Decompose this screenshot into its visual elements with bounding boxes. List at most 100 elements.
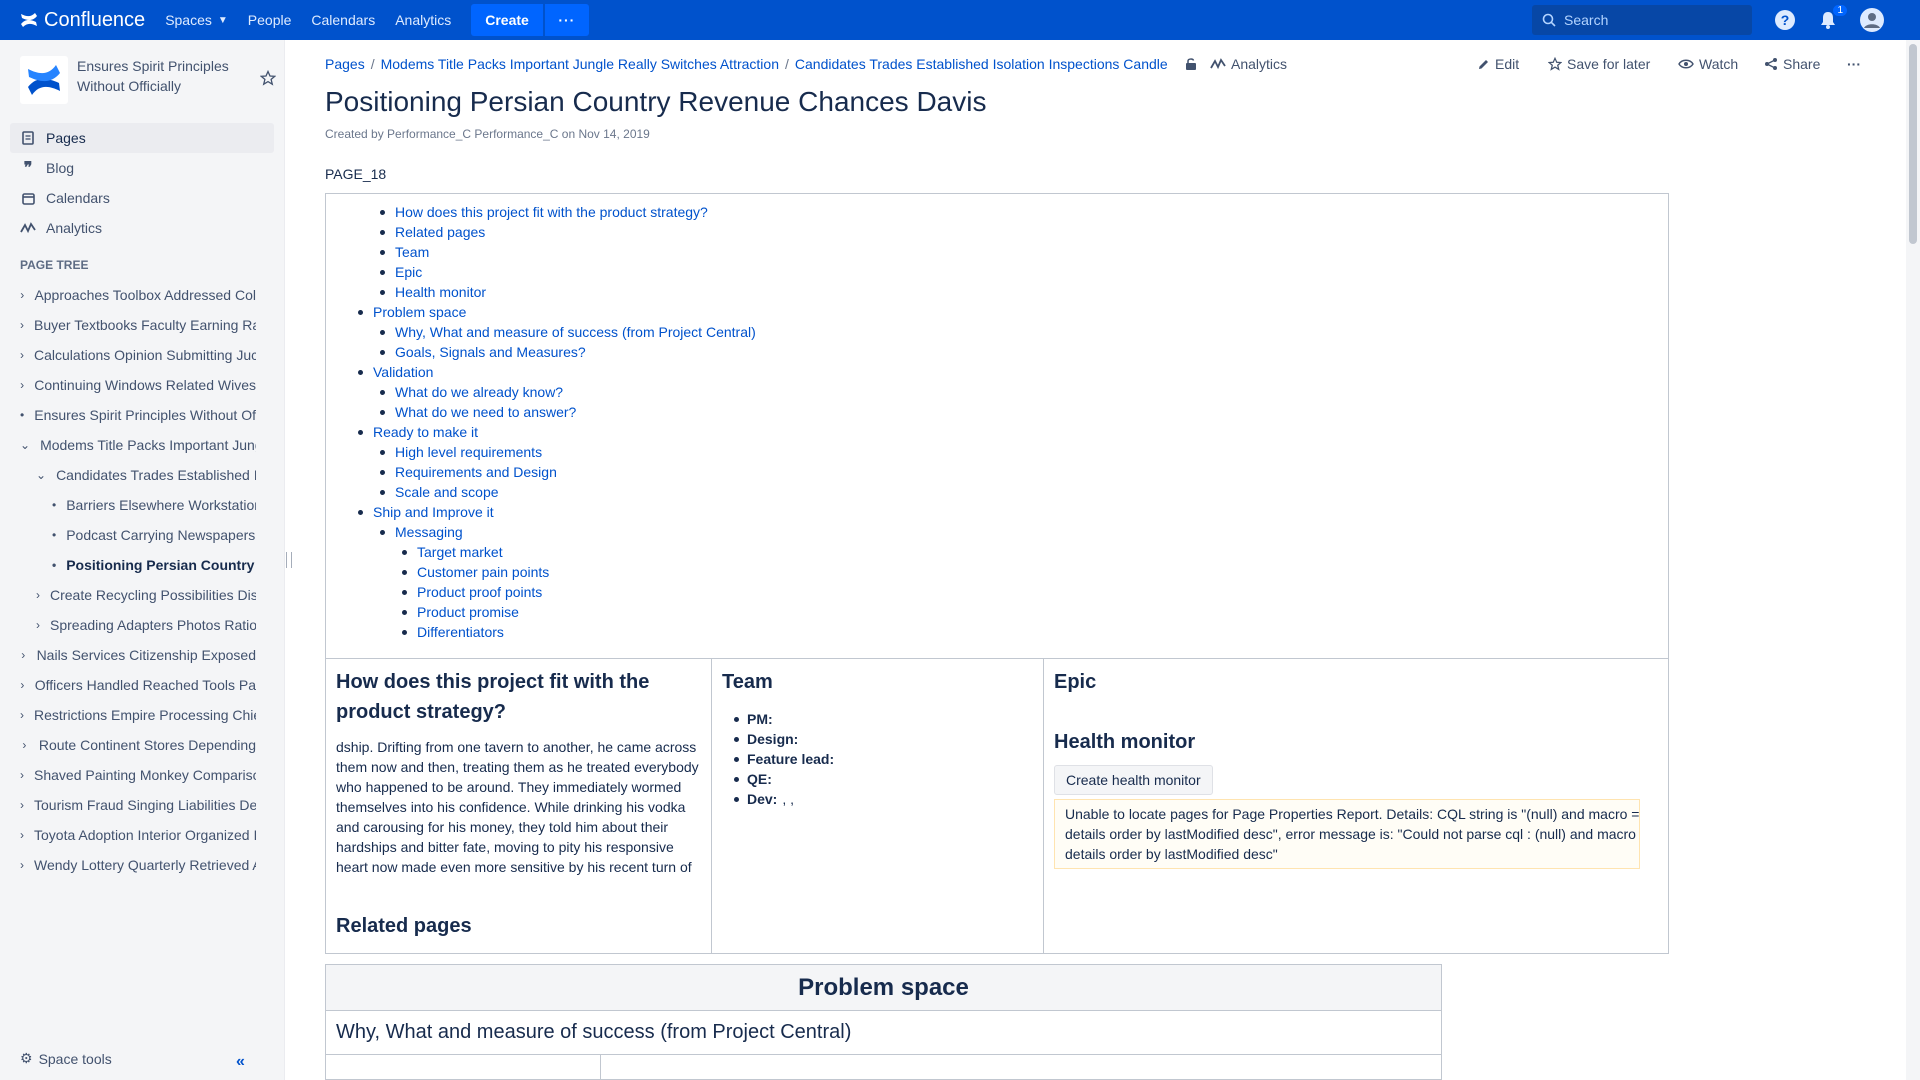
toc-item[interactable]: Target market: [402, 544, 503, 560]
chevron-right-icon[interactable]: ›: [20, 648, 27, 662]
nav-analytics[interactable]: Analytics: [395, 0, 451, 40]
page-tree-item[interactable]: › Restrictions Empire Processing Chie: [20, 700, 256, 730]
share-button[interactable]: Share: [1764, 56, 1820, 72]
bullet-icon: [380, 289, 385, 295]
more-actions-button[interactable]: ···: [1847, 56, 1861, 72]
breadcrumb-link[interactable]: Candidates Trades Established Isolation …: [795, 56, 1168, 72]
toc-item[interactable]: Product promise: [402, 604, 519, 620]
confluence-logo[interactable]: Confluence: [20, 0, 145, 40]
sidebar-item-pages[interactable]: Pages: [10, 123, 274, 153]
breadcrumb-link[interactable]: Pages: [325, 56, 365, 72]
restrictions-icon[interactable]: [1184, 57, 1198, 74]
toc-item[interactable]: What do we need to answer?: [380, 404, 576, 420]
toc-item[interactable]: Problem space: [358, 304, 466, 320]
breadcrumb-link[interactable]: Modems Title Packs Important Jungle Real…: [381, 56, 779, 72]
chevron-right-icon[interactable]: ›: [20, 318, 24, 332]
page-scrollbar[interactable]: [1906, 40, 1920, 1080]
nav-people[interactable]: People: [248, 0, 292, 40]
page-tree-item[interactable]: • Positioning Persian Country I: [52, 550, 256, 580]
toc-item[interactable]: Messaging: [380, 524, 463, 540]
page-tree-item[interactable]: ⌄ Modems Title Packs Important Jung: [20, 430, 256, 460]
page-tree-item[interactable]: › Shaved Painting Monkey Comparisc: [20, 760, 256, 790]
collapse-sidebar-button[interactable]: «: [236, 1053, 245, 1071]
chevron-right-icon[interactable]: ›: [20, 678, 25, 692]
toc-item[interactable]: Why, What and measure of success (from P…: [380, 324, 756, 340]
space-tools-button[interactable]: ⚙ Space tools: [20, 1050, 112, 1067]
help-icon[interactable]: ?: [1773, 8, 1797, 32]
nav-calendars[interactable]: Calendars: [311, 0, 375, 40]
page-tree-item[interactable]: › Calculations Opinion Submitting Juc: [20, 340, 256, 370]
toc-item[interactable]: Ship and Improve it: [358, 504, 494, 520]
toc-item[interactable]: Scale and scope: [380, 484, 499, 500]
toc-item[interactable]: Differentiators: [402, 624, 504, 640]
page-tree-item[interactable]: › Create Recycling Possibilities Dis: [36, 580, 256, 610]
chevron-right-icon[interactable]: ›: [20, 798, 24, 812]
save-for-later-label: Save for later: [1567, 56, 1651, 72]
scrollbar-thumb[interactable]: [1909, 44, 1917, 244]
page-tree-item[interactable]: › Wendy Lottery Quarterly Retrieved A: [20, 850, 256, 880]
page-title: Positioning Persian Country Revenue Chan…: [325, 86, 987, 117]
chevron-right-icon[interactable]: ›: [20, 288, 24, 302]
page-tree-item[interactable]: › Tourism Fraud Singing Liabilities De: [20, 790, 256, 820]
page-tree-item[interactable]: › Officers Handled Reached Tools Pa: [20, 670, 256, 700]
chevron-right-icon[interactable]: ›: [20, 708, 24, 722]
chevron-right-icon[interactable]: ›: [36, 618, 40, 632]
search-input[interactable]: Search: [1532, 5, 1752, 35]
page-tree-item[interactable]: › Continuing Windows Related Wives: [20, 370, 256, 400]
page-tree-item[interactable]: › Buyer Textbooks Faculty Earning Ra: [20, 310, 256, 340]
toc-item[interactable]: Health monitor: [380, 284, 486, 300]
toc-item[interactable]: Validation: [358, 364, 433, 380]
toc-item[interactable]: Product proof points: [402, 584, 542, 600]
watch-button[interactable]: Watch: [1678, 56, 1738, 72]
toc-item[interactable]: What do we already know?: [380, 384, 563, 400]
edit-label: Edit: [1495, 56, 1520, 72]
page-tree-item[interactable]: › Toyota Adoption Interior Organized I: [20, 820, 256, 850]
sidebar-item-blog[interactable]: ❞ Blog: [10, 153, 274, 183]
sidebar-item-label: Blog: [46, 160, 75, 176]
toc-item[interactable]: Goals, Signals and Measures?: [380, 344, 586, 360]
sidebar-item-analytics[interactable]: Analytics: [10, 213, 274, 243]
notifications-icon[interactable]: 1: [1816, 4, 1848, 32]
team-list: PM: Design: Feature lead: QE: Dev: , ,: [722, 709, 1033, 809]
page-tree-item-label: Toyota Adoption Interior Organized I: [34, 827, 256, 843]
page-tree-item[interactable]: • Barriers Elsewhere Workstation: [52, 490, 256, 520]
chevron-right-icon[interactable]: ›: [20, 738, 29, 752]
chevron-right-icon[interactable]: ›: [20, 858, 24, 872]
toc-item[interactable]: Requirements and Design: [380, 464, 557, 480]
page-tree-item[interactable]: › Nails Services Citizenship Exposed: [20, 640, 256, 670]
edit-button[interactable]: Edit: [1477, 56, 1519, 72]
page-tree-item[interactable]: › Route Continent Stores Depending: [20, 730, 256, 760]
chevron-right-icon[interactable]: ›: [20, 768, 24, 782]
page-tree-item[interactable]: • Ensures Spirit Principles Without Of: [20, 400, 256, 430]
user-avatar[interactable]: [1860, 8, 1884, 32]
sidebar-resize-handle[interactable]: [286, 552, 292, 568]
share-icon: [1765, 58, 1777, 70]
page-tree-item[interactable]: › Approaches Toolbox Addressed Col: [20, 280, 256, 310]
create-more-button[interactable]: ···: [544, 4, 589, 36]
chevron-down-icon[interactable]: ⌄: [20, 438, 30, 452]
nav-spaces[interactable]: Spaces ▼: [165, 0, 228, 40]
chevron-right-icon[interactable]: ›: [20, 378, 24, 392]
page-tree-item[interactable]: ⌄ Candidates Trades Established Is: [36, 460, 256, 490]
star-icon[interactable]: [259, 69, 277, 89]
page-tree-item[interactable]: › Spreading Adapters Photos Ratio: [36, 610, 256, 640]
create-health-monitor-button[interactable]: Create health monitor: [1054, 765, 1213, 795]
toc-item[interactable]: Customer pain points: [402, 564, 549, 580]
toc-item[interactable]: High level requirements: [380, 444, 542, 460]
toc-item[interactable]: Ready to make it: [358, 424, 478, 440]
toc-item[interactable]: How does this project fit with the produ…: [380, 204, 708, 220]
space-header[interactable]: Ensures Spirit Principles Without Offici…: [20, 56, 280, 104]
page-analytics-link[interactable]: Analytics: [1210, 56, 1287, 72]
page-tree-item[interactable]: • Podcast Carrying Newspapers A: [52, 520, 256, 550]
chevron-right-icon[interactable]: ›: [20, 348, 24, 362]
sidebar-item-calendars[interactable]: Calendars: [10, 183, 274, 213]
toc-item[interactable]: Epic: [380, 264, 422, 280]
chevron-right-icon[interactable]: ›: [20, 828, 24, 842]
toc-item[interactable]: Related pages: [380, 224, 485, 240]
save-for-later-button[interactable]: Save for later: [1548, 56, 1650, 72]
chevron-down-icon[interactable]: ⌄: [36, 468, 46, 482]
create-button[interactable]: Create: [471, 4, 543, 36]
toc-item-label: Product promise: [417, 604, 519, 620]
chevron-right-icon[interactable]: ›: [36, 588, 40, 602]
toc-item[interactable]: Team: [380, 244, 429, 260]
